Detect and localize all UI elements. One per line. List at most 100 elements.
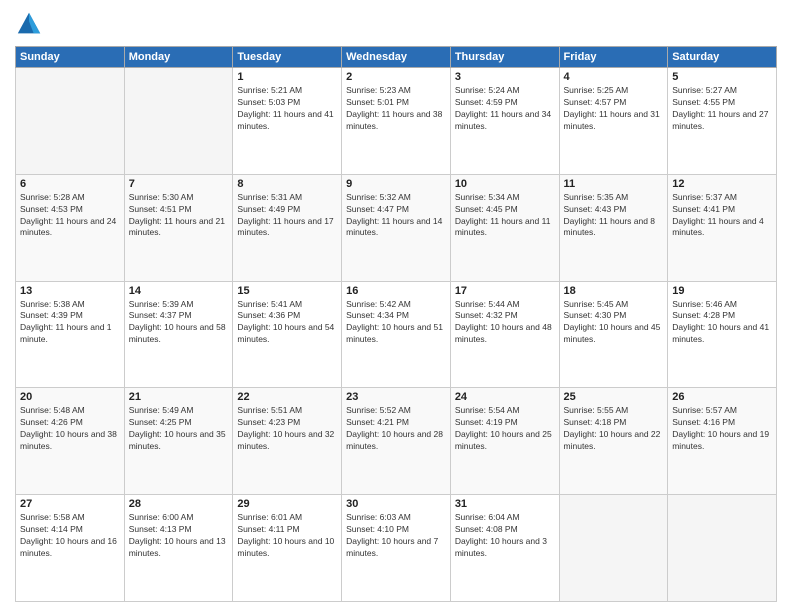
day-info: Sunrise: 5:57 AM Sunset: 4:16 PM Dayligh…	[672, 405, 772, 453]
day-number: 7	[129, 178, 229, 190]
day-number: 30	[346, 498, 446, 510]
day-number: 31	[455, 498, 555, 510]
calendar-cell: 15Sunrise: 5:41 AM Sunset: 4:36 PM Dayli…	[233, 281, 342, 388]
day-number: 18	[564, 285, 664, 297]
calendar-week-0: 1 Sunrise: 5:21 AM Sunset: 5:03 PM Daylig…	[16, 68, 777, 175]
calendar-cell: 9Sunrise: 5:32 AM Sunset: 4:47 PM Daylig…	[342, 174, 451, 281]
calendar-cell: 5 Sunrise: 5:27 AM Sunset: 4:55 PM Daylig…	[668, 68, 777, 175]
calendar-cell: 20 Sunrise: 5:48 AM Sunset: 4:26 PM Dayli…	[16, 388, 125, 495]
calendar-table: SundayMondayTuesdayWednesdayThursdayFrid…	[15, 46, 777, 602]
calendar-week-4: 27Sunrise: 5:58 AM Sunset: 4:14 PM Dayli…	[16, 495, 777, 602]
calendar-cell: 2 Sunrise: 5:23 AM Sunset: 5:01 PM Daylig…	[342, 68, 451, 175]
calendar-week-3: 20 Sunrise: 5:48 AM Sunset: 4:26 PM Dayli…	[16, 388, 777, 495]
calendar-cell: 23Sunrise: 5:52 AM Sunset: 4:21 PM Dayli…	[342, 388, 451, 495]
calendar-cell	[668, 495, 777, 602]
day-info: Sunrise: 5:34 AM Sunset: 4:45 PM Dayligh…	[455, 192, 555, 240]
logo-icon	[15, 10, 43, 38]
day-info: Sunrise: 5:27 AM Sunset: 4:55 PM Dayligh…	[672, 85, 772, 133]
calendar-cell: 13 Sunrise: 5:38 AM Sunset: 4:39 PM Dayli…	[16, 281, 125, 388]
day-info: Sunrise: 5:45 AM Sunset: 4:30 PM Dayligh…	[564, 299, 664, 347]
day-info: Sunrise: 5:24 AM Sunset: 4:59 PM Dayligh…	[455, 85, 555, 133]
day-number: 14	[129, 285, 229, 297]
day-number: 21	[129, 391, 229, 403]
day-number: 4	[564, 71, 664, 83]
day-info: Sunrise: 5:28 AM Sunset: 4:53 PM Dayligh…	[20, 192, 120, 240]
calendar-cell: 29 Sunrise: 6:01 AM Sunset: 4:11 PM Dayli…	[233, 495, 342, 602]
day-number: 8	[237, 178, 337, 190]
day-number: 26	[672, 391, 772, 403]
day-number: 10	[455, 178, 555, 190]
calendar-cell: 14Sunrise: 5:39 AM Sunset: 4:37 PM Dayli…	[124, 281, 233, 388]
day-info: Sunrise: 6:01 AM Sunset: 4:11 PM Dayligh…	[237, 512, 337, 560]
weekday-header-thursday: Thursday	[450, 47, 559, 68]
calendar-cell: 18 Sunrise: 5:45 AM Sunset: 4:30 PM Dayli…	[559, 281, 668, 388]
day-number: 24	[455, 391, 555, 403]
day-info: Sunrise: 5:30 AM Sunset: 4:51 PM Dayligh…	[129, 192, 229, 240]
calendar-cell: 24 Sunrise: 5:54 AM Sunset: 4:19 PM Dayli…	[450, 388, 559, 495]
weekday-header-wednesday: Wednesday	[342, 47, 451, 68]
day-number: 19	[672, 285, 772, 297]
day-info: Sunrise: 5:38 AM Sunset: 4:39 PM Dayligh…	[20, 299, 120, 347]
day-info: Sunrise: 5:21 AM Sunset: 5:03 PM Dayligh…	[237, 85, 337, 133]
day-number: 16	[346, 285, 446, 297]
day-info: Sunrise: 6:00 AM Sunset: 4:13 PM Dayligh…	[129, 512, 229, 560]
calendar-cell: 12Sunrise: 5:37 AM Sunset: 4:41 PM Dayli…	[668, 174, 777, 281]
page: SundayMondayTuesdayWednesdayThursdayFrid…	[0, 0, 792, 612]
calendar-cell: 10 Sunrise: 5:34 AM Sunset: 4:45 PM Dayli…	[450, 174, 559, 281]
day-info: Sunrise: 5:49 AM Sunset: 4:25 PM Dayligh…	[129, 405, 229, 453]
header	[15, 10, 777, 38]
day-number: 1	[237, 71, 337, 83]
day-info: Sunrise: 5:44 AM Sunset: 4:32 PM Dayligh…	[455, 299, 555, 347]
weekday-header-tuesday: Tuesday	[233, 47, 342, 68]
day-number: 5	[672, 71, 772, 83]
day-number: 2	[346, 71, 446, 83]
calendar-cell: 30 Sunrise: 6:03 AM Sunset: 4:10 PM Dayli…	[342, 495, 451, 602]
calendar-cell: 31Sunrise: 6:04 AM Sunset: 4:08 PM Dayli…	[450, 495, 559, 602]
weekday-header-monday: Monday	[124, 47, 233, 68]
day-number: 29	[237, 498, 337, 510]
calendar-cell: 25 Sunrise: 5:55 AM Sunset: 4:18 PM Dayli…	[559, 388, 668, 495]
calendar-cell: 8 Sunrise: 5:31 AM Sunset: 4:49 PM Daylig…	[233, 174, 342, 281]
day-number: 11	[564, 178, 664, 190]
day-info: Sunrise: 5:54 AM Sunset: 4:19 PM Dayligh…	[455, 405, 555, 453]
day-info: Sunrise: 5:48 AM Sunset: 4:26 PM Dayligh…	[20, 405, 120, 453]
day-number: 27	[20, 498, 120, 510]
day-info: Sunrise: 5:23 AM Sunset: 5:01 PM Dayligh…	[346, 85, 446, 133]
calendar-cell: 7 Sunrise: 5:30 AM Sunset: 4:51 PM Daylig…	[124, 174, 233, 281]
day-number: 9	[346, 178, 446, 190]
calendar-cell: 6 Sunrise: 5:28 AM Sunset: 4:53 PM Daylig…	[16, 174, 125, 281]
calendar-week-1: 6 Sunrise: 5:28 AM Sunset: 4:53 PM Daylig…	[16, 174, 777, 281]
day-number: 25	[564, 391, 664, 403]
day-info: Sunrise: 5:52 AM Sunset: 4:21 PM Dayligh…	[346, 405, 446, 453]
day-info: Sunrise: 5:55 AM Sunset: 4:18 PM Dayligh…	[564, 405, 664, 453]
day-number: 12	[672, 178, 772, 190]
calendar-cell: 22Sunrise: 5:51 AM Sunset: 4:23 PM Dayli…	[233, 388, 342, 495]
weekday-row: SundayMondayTuesdayWednesdayThursdayFrid…	[16, 47, 777, 68]
day-info: Sunrise: 5:42 AM Sunset: 4:34 PM Dayligh…	[346, 299, 446, 347]
calendar-cell: 19 Sunrise: 5:46 AM Sunset: 4:28 PM Dayli…	[668, 281, 777, 388]
calendar-cell: 4 Sunrise: 5:25 AM Sunset: 4:57 PM Daylig…	[559, 68, 668, 175]
day-info: Sunrise: 5:31 AM Sunset: 4:49 PM Dayligh…	[237, 192, 337, 240]
day-number: 15	[237, 285, 337, 297]
calendar-cell	[124, 68, 233, 175]
day-info: Sunrise: 5:25 AM Sunset: 4:57 PM Dayligh…	[564, 85, 664, 133]
calendar-cell: 27Sunrise: 5:58 AM Sunset: 4:14 PM Dayli…	[16, 495, 125, 602]
calendar-week-2: 13 Sunrise: 5:38 AM Sunset: 4:39 PM Dayli…	[16, 281, 777, 388]
calendar-cell: 26 Sunrise: 5:57 AM Sunset: 4:16 PM Dayli…	[668, 388, 777, 495]
weekday-header-saturday: Saturday	[668, 47, 777, 68]
weekday-header-sunday: Sunday	[16, 47, 125, 68]
day-number: 13	[20, 285, 120, 297]
day-info: Sunrise: 6:03 AM Sunset: 4:10 PM Dayligh…	[346, 512, 446, 560]
day-info: Sunrise: 5:46 AM Sunset: 4:28 PM Dayligh…	[672, 299, 772, 347]
day-number: 28	[129, 498, 229, 510]
calendar-cell: 17Sunrise: 5:44 AM Sunset: 4:32 PM Dayli…	[450, 281, 559, 388]
day-number: 6	[20, 178, 120, 190]
calendar-cell: 11 Sunrise: 5:35 AM Sunset: 4:43 PM Dayli…	[559, 174, 668, 281]
calendar-cell: 1 Sunrise: 5:21 AM Sunset: 5:03 PM Daylig…	[233, 68, 342, 175]
weekday-header-friday: Friday	[559, 47, 668, 68]
calendar-cell: 28 Sunrise: 6:00 AM Sunset: 4:13 PM Dayli…	[124, 495, 233, 602]
day-info: Sunrise: 5:35 AM Sunset: 4:43 PM Dayligh…	[564, 192, 664, 240]
calendar-cell: 16 Sunrise: 5:42 AM Sunset: 4:34 PM Dayli…	[342, 281, 451, 388]
day-number: 3	[455, 71, 555, 83]
day-number: 20	[20, 391, 120, 403]
